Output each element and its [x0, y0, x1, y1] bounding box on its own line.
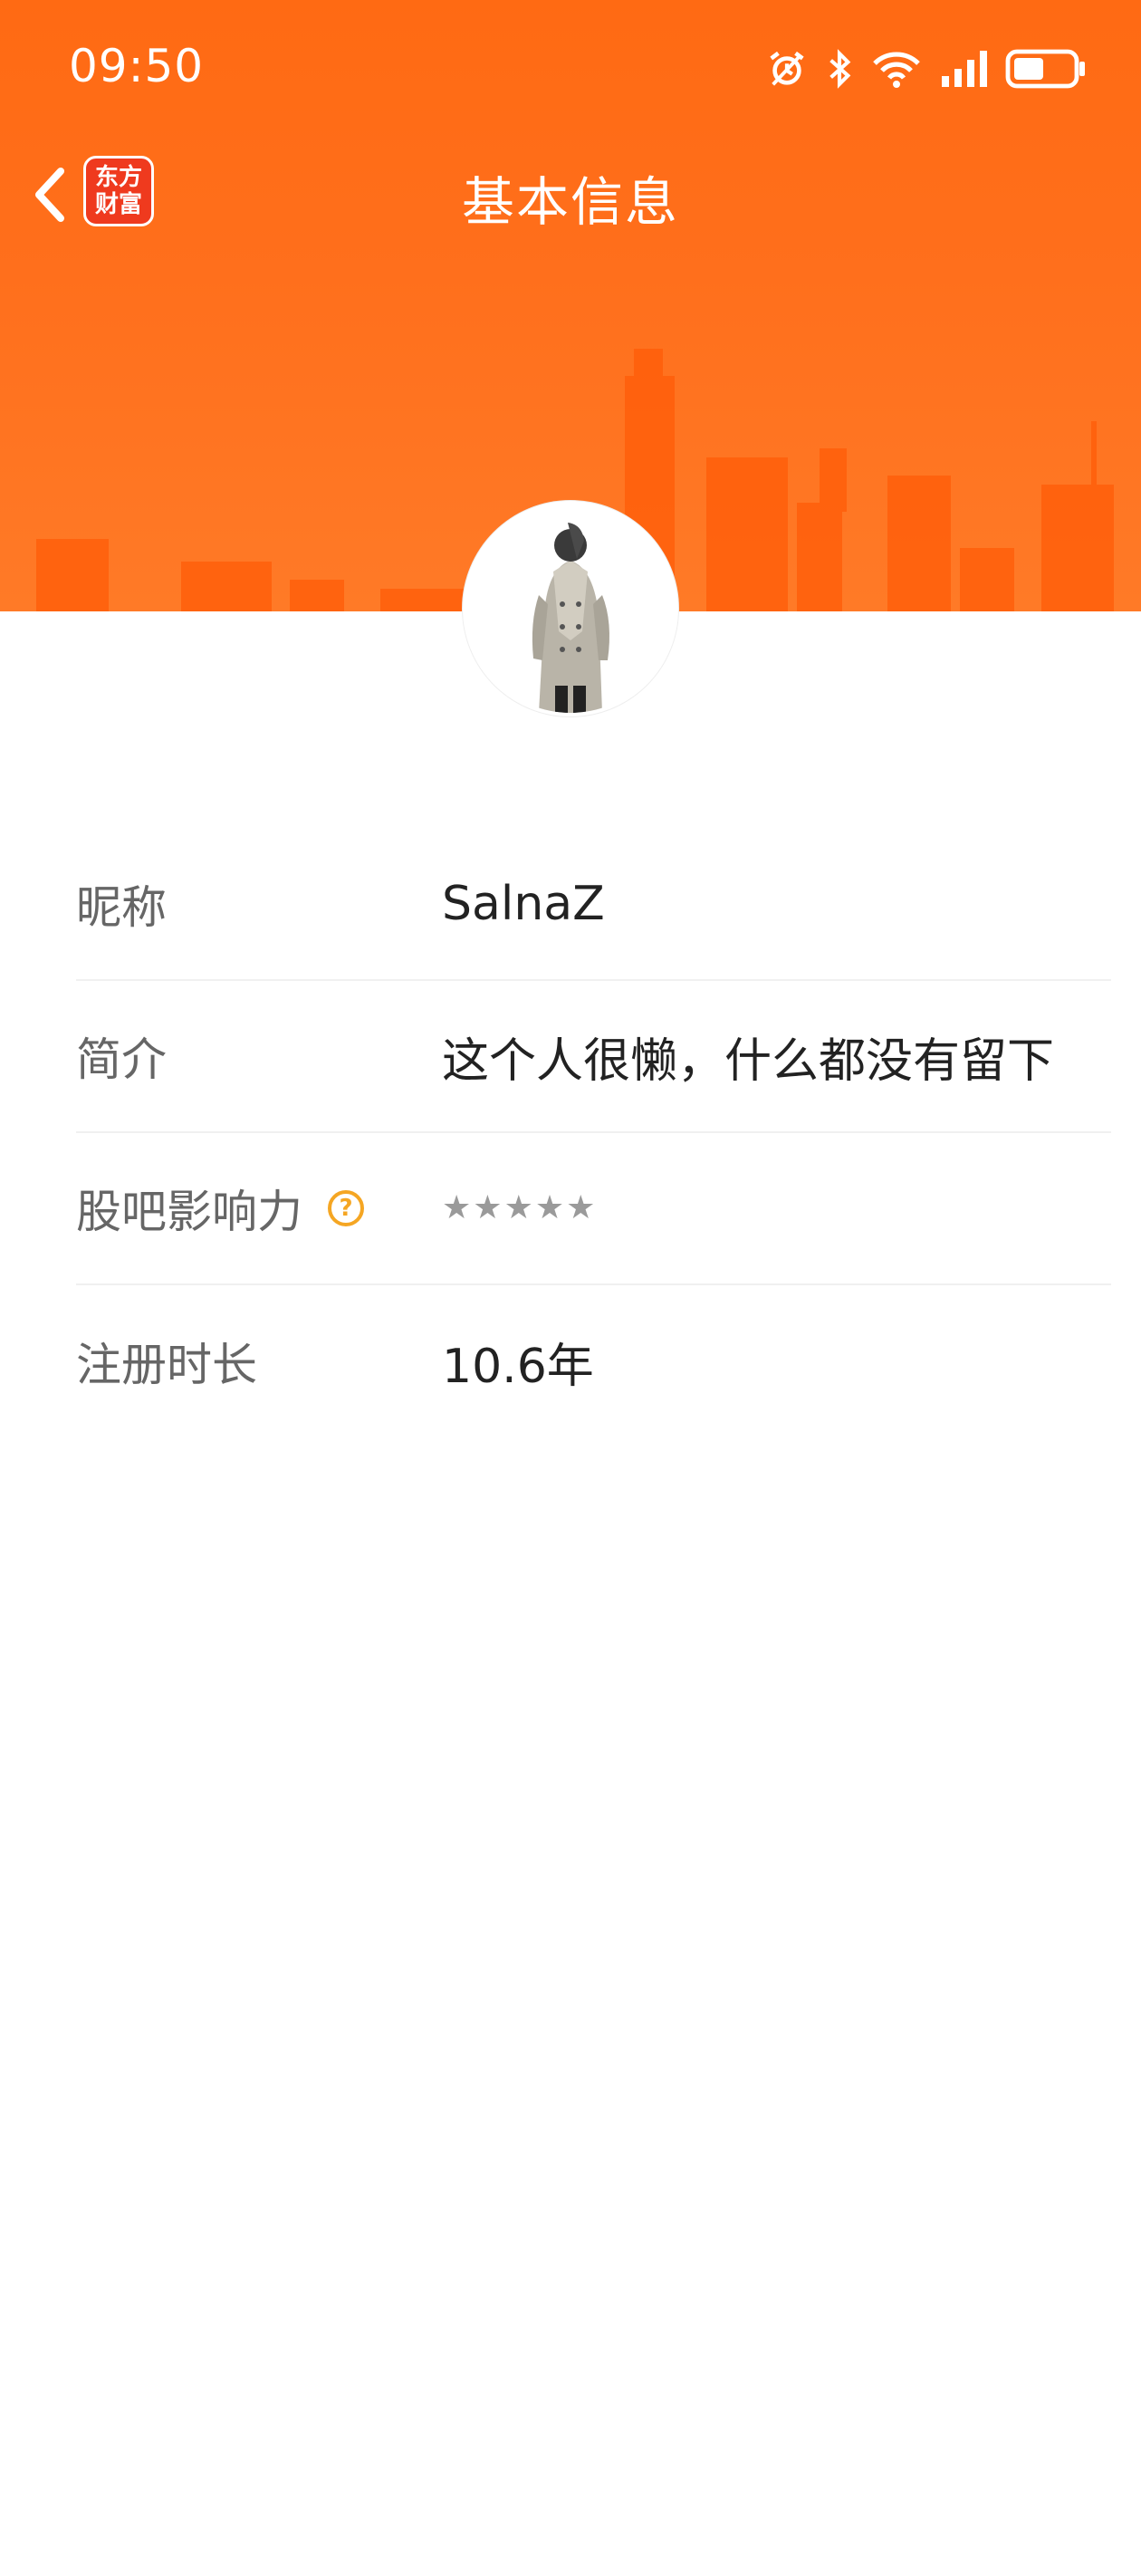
influence-label-wrap: 股吧影响力 ?: [76, 1176, 442, 1241]
nickname-label: 昵称: [76, 881, 167, 934]
alarm-icon: [770, 51, 804, 86]
bio-label: 简介: [76, 1033, 167, 1086]
nickname-value: SalnaZ: [442, 877, 605, 931]
star-icon: ★: [503, 1189, 533, 1226]
info-row-nickname[interactable]: 昵称 SalnaZ: [76, 829, 1111, 981]
status-icons: [766, 42, 1087, 96]
basic-info-screen: 09:50 东方 财富 基本信息 昵称 SalnaZ 简介 这个人很懒，什么都没…: [0, 0, 1141, 2576]
star-icon: ★: [534, 1189, 565, 1226]
bluetooth-icon: [829, 49, 851, 89]
influence-label: 股吧影响力: [76, 1186, 302, 1238]
registered-label: 注册时长: [76, 1339, 257, 1391]
info-row-bio[interactable]: 简介 这个人很懒，什么都没有留下: [76, 981, 1111, 1133]
wifi-icon: [873, 52, 920, 88]
signal-icon: [942, 51, 987, 87]
help-icon[interactable]: ?: [328, 1190, 364, 1226]
star-icon: ★: [566, 1189, 596, 1226]
info-row-registered: 注册时长 10.6年: [76, 1285, 1111, 1437]
battery-icon: [1005, 49, 1085, 89]
star-icon: ★: [442, 1189, 472, 1226]
influence-star-rating: ★ ★ ★ ★ ★: [442, 1192, 595, 1225]
status-time: 09:50: [69, 40, 205, 92]
info-row-influence: 股吧影响力 ? ★ ★ ★ ★ ★: [76, 1133, 1111, 1285]
star-icon: ★: [473, 1189, 503, 1226]
status-bar: 09:50: [0, 0, 1141, 136]
info-list: 昵称 SalnaZ 简介 这个人很懒，什么都没有留下 股吧影响力 ? ★ ★ ★…: [76, 829, 1111, 1437]
avatar[interactable]: [463, 501, 678, 716]
page-title: 基本信息: [461, 171, 679, 233]
bio-value: 这个人很懒，什么都没有留下: [442, 1033, 1055, 1089]
avatar-image: [466, 505, 675, 713]
registered-value: 10.6年: [442, 1339, 594, 1394]
